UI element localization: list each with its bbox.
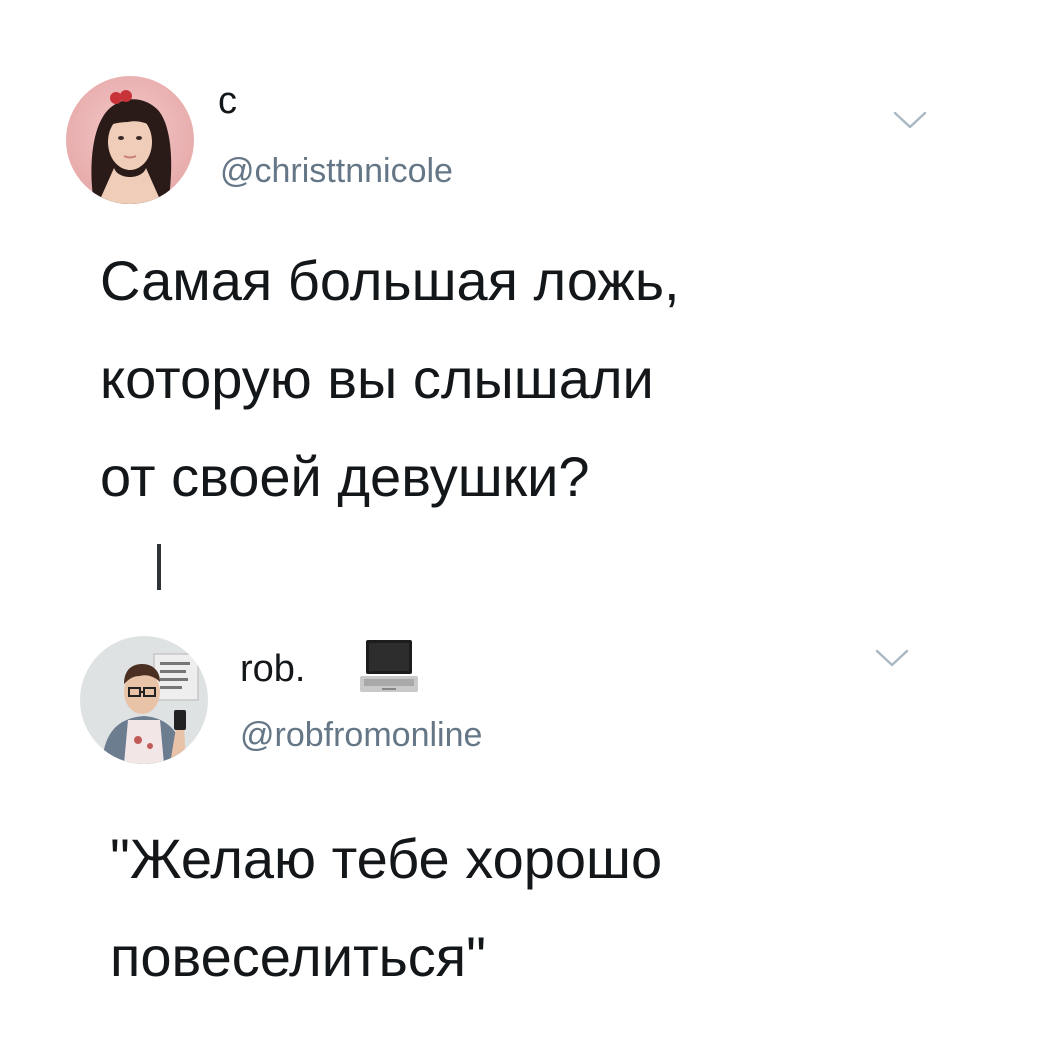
- chevron-down-icon[interactable]: [874, 646, 910, 670]
- laptop-icon: [360, 640, 418, 692]
- user-handle[interactable]: @robfromonline: [240, 716, 482, 755]
- display-name[interactable]: rob.: [240, 648, 305, 691]
- display-name[interactable]: с: [218, 80, 237, 123]
- avatar[interactable]: [80, 636, 208, 764]
- tweet-text: "Желаю тебе хорошо повеселиться": [110, 827, 663, 988]
- tweet-1[interactable]: с @christtnnicole Самая большая ложь, ко…: [0, 0, 1064, 540]
- profile-photo-avatar: [66, 76, 194, 204]
- tweet-text: Самая большая ложь, которую вы слышали о…: [100, 249, 680, 508]
- user-handle[interactable]: @christtnnicole: [220, 152, 453, 191]
- tweet-2[interactable]: rob. @robfromonline "Желаю тебе хорошо п…: [0, 600, 1064, 1038]
- profile-photo-avatar: [80, 636, 208, 764]
- chevron-down-icon[interactable]: [892, 108, 928, 132]
- avatar[interactable]: [66, 76, 194, 204]
- thread-connector-line: [157, 544, 161, 590]
